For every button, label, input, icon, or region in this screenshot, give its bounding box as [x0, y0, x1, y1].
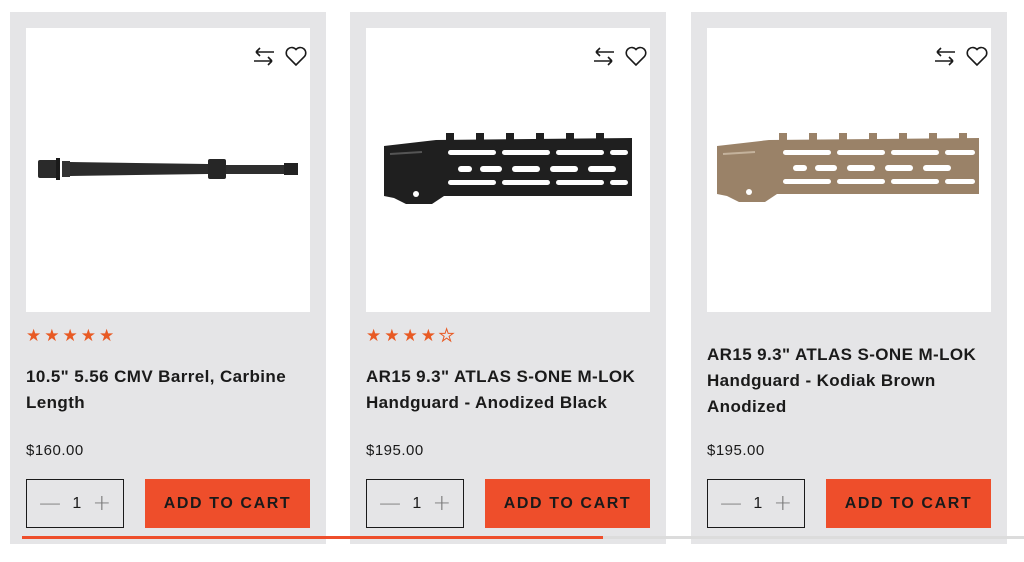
product-card: ★★★★★ 10.5" 5.56 CMV Barrel, Carbine Len… — [10, 12, 326, 544]
handguard-black-image — [384, 133, 632, 204]
plus-icon[interactable]: + — [93, 492, 111, 515]
heart-outline-icon[interactable] — [624, 44, 648, 68]
product-title[interactable]: AR15 9.3" ATLAS S-ONE M-LOK Handguard - … — [366, 364, 646, 416]
quantity-value[interactable]: 1 — [72, 495, 81, 513]
product-card: AR15 9.3" ATLAS S-ONE M-LOK Handguard - … — [691, 12, 1007, 544]
barrel-image — [38, 158, 298, 180]
product-image[interactable] — [26, 28, 310, 312]
product-price: $195.00 — [366, 442, 424, 459]
carousel-scrollbar-thumb[interactable] — [22, 536, 604, 539]
minus-icon[interactable]: — — [39, 492, 61, 515]
add-to-cart-button[interactable]: ADD TO CART — [826, 479, 991, 528]
plus-icon[interactable]: + — [433, 492, 451, 515]
product-price: $160.00 — [26, 442, 84, 459]
minus-icon[interactable]: — — [379, 492, 401, 515]
heart-outline-icon[interactable] — [965, 44, 989, 68]
product-card: ★★★★★ AR15 9.3" ATLAS S-ONE M-LOK Handgu… — [350, 12, 666, 544]
quantity-stepper: — 1 + — [366, 479, 464, 528]
quantity-value[interactable]: 1 — [753, 495, 762, 513]
carousel-scrollbar[interactable] — [22, 536, 1024, 539]
product-image[interactable] — [366, 28, 650, 312]
quantity-stepper: — 1 + — [707, 479, 805, 528]
compare-arrows-icon[interactable] — [933, 46, 957, 66]
add-to-cart-button[interactable]: ADD TO CART — [485, 479, 650, 528]
star-rating: ★★★★★ — [26, 326, 118, 346]
product-image[interactable] — [707, 28, 991, 312]
quantity-stepper: — 1 + — [26, 479, 124, 528]
product-price: $195.00 — [707, 442, 765, 459]
plus-icon[interactable]: + — [774, 492, 792, 515]
compare-arrows-icon[interactable] — [252, 46, 276, 66]
handguard-brown-image — [717, 133, 979, 202]
half-star-icon: ★ — [438, 326, 458, 347]
star-rating-full: ★★★★ — [366, 326, 439, 346]
product-title[interactable]: AR15 9.3" ATLAS S-ONE M-LOK Handguard - … — [707, 342, 987, 420]
add-to-cart-button[interactable]: ADD TO CART — [145, 479, 310, 528]
quantity-value[interactable]: 1 — [412, 495, 421, 513]
star-rating: ★★★★★ — [366, 326, 458, 347]
heart-outline-icon[interactable] — [284, 44, 308, 68]
product-title[interactable]: 10.5" 5.56 CMV Barrel, Carbine Length — [26, 364, 306, 416]
minus-icon[interactable]: — — [720, 492, 742, 515]
compare-arrows-icon[interactable] — [592, 46, 616, 66]
